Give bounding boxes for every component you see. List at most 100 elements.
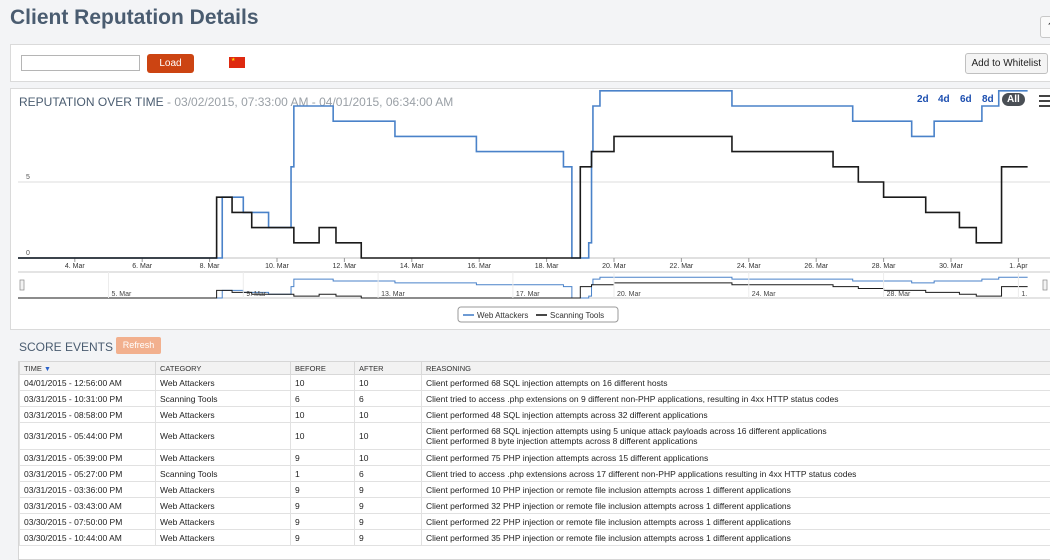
- cell-after: 9: [355, 498, 422, 514]
- y-tick-label: 0: [26, 250, 30, 257]
- navigator-tick-label: 13. Mar: [381, 291, 405, 298]
- score-events-title: SCORE EVENTS: [19, 340, 113, 354]
- cell-reasoning: Client performed 68 SQL injection attemp…: [422, 375, 1050, 391]
- series-line-1: [18, 136, 1028, 258]
- reasoning-line: Client performed 48 SQL injection attemp…: [426, 410, 1050, 420]
- cell-before: 10: [291, 375, 355, 391]
- table-row[interactable]: 03/31/2015 - 10:31:00 PMScanning Tools66…: [20, 391, 1050, 407]
- cell-after: 9: [355, 514, 422, 530]
- x-tick-label: 26. Mar: [804, 263, 828, 270]
- cell-time: 03/31/2015 - 05:44:00 PM: [20, 423, 156, 450]
- x-tick-label: 14. Mar: [400, 263, 424, 270]
- reasoning-line: Client tried to access .php extensions o…: [426, 394, 1050, 404]
- x-tick-label: 24. Mar: [737, 263, 761, 270]
- navigator-handle-right: [1043, 280, 1047, 290]
- column-header-reasoning[interactable]: REASONING: [422, 362, 1050, 375]
- navigator-tick-label: 17. Mar: [516, 291, 540, 298]
- table-row[interactable]: 03/31/2015 - 03:43:00 AMWeb Attackers99C…: [20, 498, 1050, 514]
- cell-reasoning: Client tried to access .php extensions o…: [422, 391, 1050, 407]
- cell-before: 9: [291, 498, 355, 514]
- x-tick-label: 30. Mar: [939, 263, 963, 270]
- column-header-category[interactable]: CATEGORY: [156, 362, 291, 375]
- column-label: TIME: [24, 364, 42, 373]
- sort-desc-icon: ▼: [44, 366, 51, 373]
- column-header-before[interactable]: BEFORE: [291, 362, 355, 375]
- x-tick-label: 1. Apr: [1009, 263, 1028, 270]
- cell-reasoning: Client tried to access .php extensions a…: [422, 466, 1050, 482]
- column-header-time[interactable]: TIME ▼: [20, 362, 156, 375]
- cell-reasoning: Client performed 48 SQL injection attemp…: [422, 407, 1050, 423]
- cell-category: Web Attackers: [156, 514, 291, 530]
- navigator-tick-label: 9. Mar: [246, 291, 267, 298]
- cell-time: 03/31/2015 - 10:31:00 PM: [20, 391, 156, 407]
- table-row[interactable]: 03/31/2015 - 05:44:00 PMWeb Attackers101…: [20, 423, 1050, 450]
- cell-before: 10: [291, 407, 355, 423]
- legend-label-1: Scanning Tools: [550, 311, 604, 320]
- score-events-table: TIME ▼ CATEGORY BEFORE AFTER REASONING 0…: [18, 361, 1050, 560]
- table-row[interactable]: 04/01/2015 - 12:56:00 AMWeb Attackers101…: [20, 375, 1050, 391]
- cell-category: Scanning Tools: [156, 391, 291, 407]
- cell-after: 10: [355, 407, 422, 423]
- legend-label-0: Web Attackers: [477, 311, 528, 320]
- reasoning-line: Client performed 68 SQL injection attemp…: [426, 378, 1050, 388]
- cell-before: 9: [291, 482, 355, 498]
- navigator-tick-label: 20. Mar: [617, 291, 641, 298]
- cell-category: Web Attackers: [156, 482, 291, 498]
- x-tick-label: 8. Mar: [200, 263, 221, 270]
- cell-before: 6: [291, 391, 355, 407]
- cell-time: 03/31/2015 - 03:36:00 PM: [20, 482, 156, 498]
- navigator-handle-left: [20, 280, 24, 290]
- cell-after: 6: [355, 466, 422, 482]
- reasoning-line: Client performed 10 PHP injection or rem…: [426, 485, 1050, 495]
- cell-time: 03/31/2015 - 03:43:00 AM: [20, 498, 156, 514]
- cell-after: 10: [355, 423, 422, 450]
- table-row[interactable]: 03/31/2015 - 03:36:00 PMWeb Attackers99C…: [20, 482, 1050, 498]
- cell-time: 03/31/2015 - 08:58:00 PM: [20, 407, 156, 423]
- x-tick-label: 10. Mar: [265, 263, 289, 270]
- cell-before: 1: [291, 466, 355, 482]
- reasoning-line: Client performed 22 PHP injection or rem…: [426, 517, 1050, 527]
- reasoning-line: Client performed 68 SQL injection attemp…: [426, 426, 1050, 436]
- cell-reasoning: Client performed 22 PHP injection or rem…: [422, 514, 1050, 530]
- y-tick-label: 5: [26, 174, 30, 181]
- cell-category: Web Attackers: [156, 423, 291, 450]
- table-row[interactable]: 03/30/2015 - 10:44:00 AMWeb Attackers99C…: [20, 530, 1050, 546]
- cell-category: Web Attackers: [156, 498, 291, 514]
- table-row[interactable]: 03/31/2015 - 05:39:00 PMWeb Attackers910…: [20, 450, 1050, 466]
- x-tick-label: 4. Mar: [65, 263, 86, 270]
- cell-category: Web Attackers: [156, 450, 291, 466]
- cell-before: 10: [291, 423, 355, 450]
- x-tick-label: 28. Mar: [872, 263, 896, 270]
- navigator-tick-label: 1.: [1021, 291, 1027, 298]
- x-tick-label: 20. Mar: [602, 263, 626, 270]
- table-header-row: TIME ▼ CATEGORY BEFORE AFTER REASONING: [20, 362, 1050, 375]
- cell-time: 03/31/2015 - 05:39:00 PM: [20, 450, 156, 466]
- navigator-tick-label: 24. Mar: [752, 291, 776, 298]
- cell-category: Web Attackers: [156, 407, 291, 423]
- table-row[interactable]: 03/31/2015 - 05:27:00 PMScanning Tools16…: [20, 466, 1050, 482]
- cell-category: Web Attackers: [156, 530, 291, 546]
- cell-after: 9: [355, 530, 422, 546]
- cell-time: 03/30/2015 - 10:44:00 AM: [20, 530, 156, 546]
- cell-reasoning: Client performed 32 PHP injection or rem…: [422, 498, 1050, 514]
- cell-category: Scanning Tools: [156, 466, 291, 482]
- reasoning-line: Client performed 35 PHP injection or rem…: [426, 533, 1050, 543]
- series-line-0: [18, 91, 1028, 258]
- reasoning-line: Client tried to access .php extensions a…: [426, 469, 1050, 479]
- column-header-after[interactable]: AFTER: [355, 362, 422, 375]
- x-tick-label: 12. Mar: [333, 263, 357, 270]
- cell-after: 10: [355, 450, 422, 466]
- table-row[interactable]: 03/30/2015 - 07:50:00 PMWeb Attackers99C…: [20, 514, 1050, 530]
- cell-time: 03/30/2015 - 07:50:00 PM: [20, 514, 156, 530]
- cell-category: Web Attackers: [156, 375, 291, 391]
- cell-time: 03/31/2015 - 05:27:00 PM: [20, 466, 156, 482]
- refresh-button[interactable]: Refresh: [116, 337, 161, 354]
- navigator-tick-label: 5. Mar: [111, 291, 132, 298]
- cell-reasoning: Client performed 68 SQL injection attemp…: [422, 423, 1050, 450]
- cell-time: 04/01/2015 - 12:56:00 AM: [20, 375, 156, 391]
- table-row[interactable]: 03/31/2015 - 08:58:00 PMWeb Attackers101…: [20, 407, 1050, 423]
- x-tick-label: 16. Mar: [467, 263, 491, 270]
- x-tick-label: 6. Mar: [132, 263, 153, 270]
- cell-before: 9: [291, 530, 355, 546]
- cell-before: 9: [291, 514, 355, 530]
